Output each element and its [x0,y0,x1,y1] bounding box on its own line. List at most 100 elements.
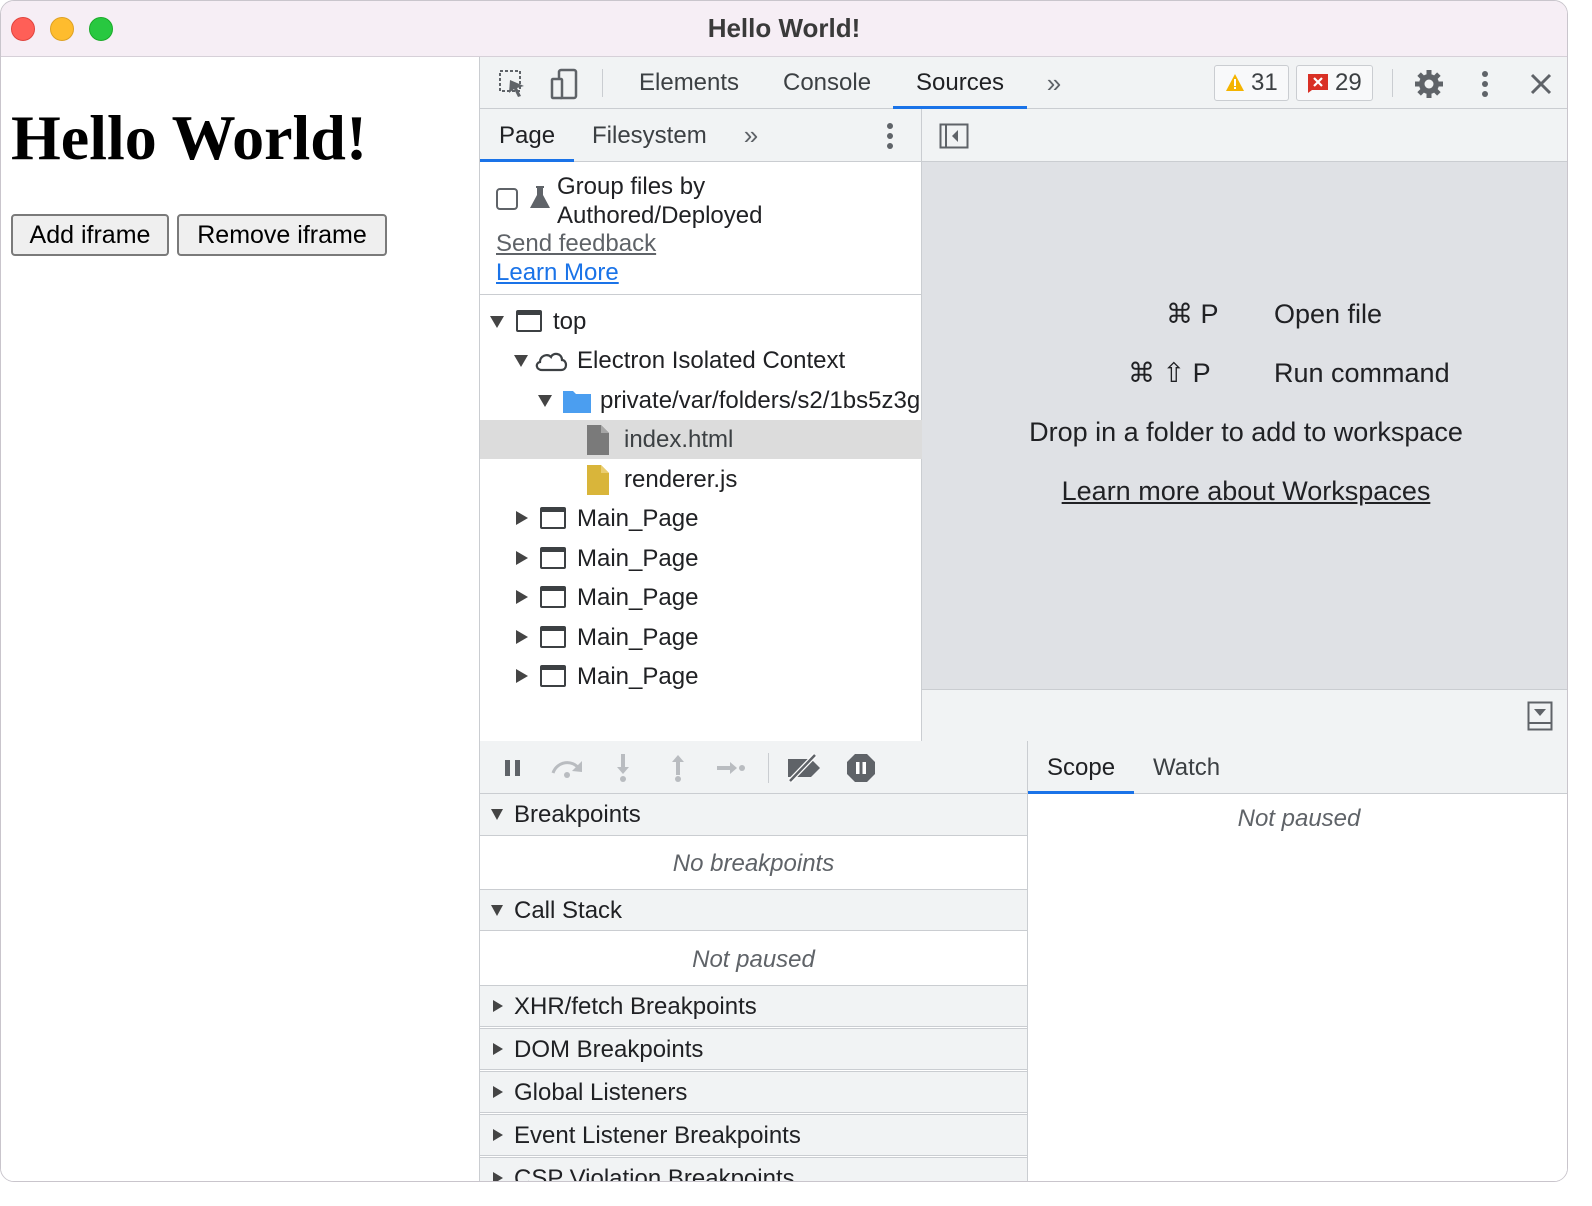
deactivate-breakpoints-icon[interactable] [784,751,824,785]
tree-item-isolated-context[interactable]: Electron Isolated Context [480,341,922,380]
learn-workspaces-link[interactable]: Learn more about Workspaces [922,476,1567,507]
tab-watch[interactable]: Watch [1134,741,1239,794]
csp-violation-breakpoints-section-header[interactable]: CSP Violation Breakpoints [480,1157,1027,1182]
sources-navigator: Page Filesystem » Group files by Authore… [480,109,922,741]
folder-icon [563,391,591,413]
toggle-debugger-icon[interactable] [1526,700,1554,732]
tab-scope[interactable]: Scope [1028,741,1135,794]
group-files-label-line2: Authored/Deployed [557,202,763,229]
call-stack-section-header[interactable]: Call Stack [480,889,1027,931]
inspect-element-icon[interactable] [496,67,530,101]
collapsed-triangle-icon [493,1043,503,1055]
warning-icon [1226,74,1244,91]
navigator-menu-icon[interactable] [878,119,902,153]
tree-item-main-page[interactable]: Main_Page [480,539,922,578]
event-listener-breakpoints-section-header[interactable]: Event Listener Breakpoints [480,1114,1027,1156]
collapsed-triangle-icon [493,1000,503,1012]
window-title: Hello World! [707,13,861,43]
step-out-icon[interactable] [663,751,693,785]
remove-iframe-button[interactable]: Remove iframe [177,214,387,256]
customize-menu-icon[interactable] [1470,67,1500,101]
section-title: CSP Violation Breakpoints [514,1165,795,1182]
send-feedback-link[interactable]: Send feedback [496,230,656,258]
expand-triangle-icon [490,316,504,328]
devtools-toolbar: Elements Console Sources » 31 29 [480,57,1567,109]
file-icon [587,425,609,455]
app-window: Hello World! Hello World! Add iframe Rem… [0,0,1568,1182]
step-over-icon[interactable] [548,753,586,783]
more-navigator-tabs-chevron-icon[interactable]: » [736,119,766,151]
group-files-checkbox[interactable] [496,188,518,210]
step-icon[interactable] [714,753,748,783]
tree-item-label: Main_Page [577,624,699,651]
collapsed-triangle-icon [493,1086,503,1098]
tree-item-label: private/var/folders/s2/1bs5z3g [600,387,921,414]
collapsed-triangle-icon [516,630,528,644]
toolbar-separator [768,753,769,783]
errors-count: 29 [1335,69,1362,96]
errors-counter[interactable]: 29 [1296,65,1373,101]
call-stack-status: Not paused [692,946,815,973]
tree-item-index-html[interactable]: index.html [480,420,922,459]
open-file-label: Open file [1274,299,1383,329]
warnings-count: 31 [1251,69,1278,96]
tree-item-main-page[interactable]: Main_Page [480,618,922,657]
pause-icon[interactable] [498,753,528,783]
scope-tabs: Scope Watch [1028,741,1567,794]
toggle-navigator-icon[interactable] [938,121,970,151]
tab-sources[interactable]: Sources [893,57,1028,109]
tree-item-label: index.html [624,426,734,453]
pause-on-exceptions-icon[interactable] [844,751,878,785]
tree-item-label: Main_Page [577,663,699,690]
expand-triangle-icon [491,809,503,820]
tree-item-label: Electron Isolated Context [577,347,846,374]
section-title: XHR/fetch Breakpoints [514,993,757,1020]
experiment-flask-icon [530,186,550,208]
frame-icon [540,547,566,569]
xhr-breakpoints-section-header[interactable]: XHR/fetch Breakpoints [480,985,1027,1027]
more-tabs-chevron-icon[interactable]: » [1038,67,1070,99]
collapsed-triangle-icon [493,1172,503,1181]
title-bar: Hello World! [1,1,1567,57]
collapsed-triangle-icon [516,551,528,565]
section-title: Event Listener Breakpoints [514,1122,801,1149]
collapsed-triangle-icon [516,511,528,525]
toolbar-separator [602,69,603,97]
debugger-sidebar: Breakpoints No breakpoints Call Stack No… [480,741,1028,1182]
settings-gear-icon[interactable] [1412,67,1446,101]
editor-placeholder: ⌘ P Open file ⌘ ⇧ P Run command Drop in … [922,109,1567,741]
debugger-toolbar [480,741,1027,794]
tree-item-renderer-js[interactable]: renderer.js [480,460,922,499]
tab-filesystem[interactable]: Filesystem [573,109,726,162]
cloud-icon [535,352,568,372]
section-title: DOM Breakpoints [514,1036,704,1063]
step-into-icon[interactable] [608,751,638,785]
tab-elements[interactable]: Elements [616,57,762,109]
add-iframe-button[interactable]: Add iframe [11,214,169,256]
frame-icon [516,310,542,332]
warnings-counter[interactable]: 31 [1214,65,1289,101]
tree-item-label: Main_Page [577,584,699,611]
editor-toolbar [922,109,1567,162]
devtools-panel: Elements Console Sources » 31 29 Page Fi… [479,57,1567,1182]
tree-item-label: top [553,308,587,335]
global-listeners-section-header[interactable]: Global Listeners [480,1071,1027,1113]
tab-console[interactable]: Console [760,57,894,109]
tree-item-folder[interactable]: private/var/folders/s2/1bs5z3g [480,381,922,420]
tree-item-top[interactable]: top [480,302,922,341]
tree-item-main-page[interactable]: Main_Page [480,657,922,696]
tree-item-main-page[interactable]: Main_Page [480,578,922,617]
group-files-label: Group files by Authored/Deployed [557,172,762,230]
device-toolbar-icon[interactable] [548,67,582,101]
tab-page[interactable]: Page [480,109,575,162]
expand-triangle-icon [491,905,503,916]
close-devtools-icon[interactable] [1524,67,1558,101]
script-file-icon [587,465,609,495]
learn-more-link[interactable]: Learn More [496,259,619,287]
section-title: Breakpoints [514,801,641,828]
open-file-shortcut: ⌘ P [1166,299,1219,329]
drop-folder-text: Drop in a folder to add to workspace [1029,417,1463,447]
dom-breakpoints-section-header[interactable]: DOM Breakpoints [480,1028,1027,1070]
tree-item-main-page[interactable]: Main_Page [480,499,922,538]
breakpoints-section-header[interactable]: Breakpoints [480,794,1027,836]
